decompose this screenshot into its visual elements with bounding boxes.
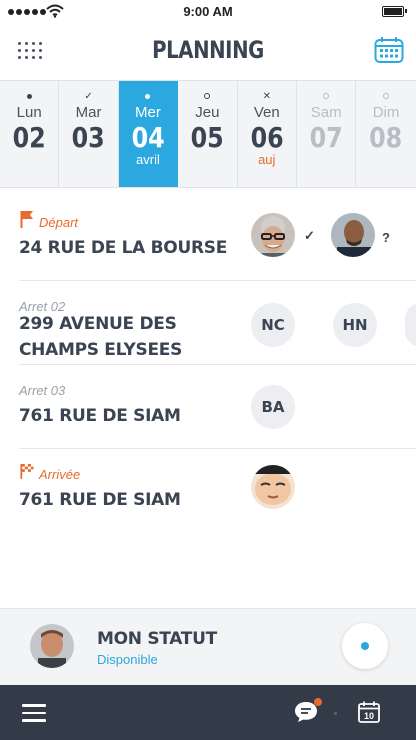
initials-avatar[interactable]: BA — [251, 385, 295, 429]
bottom-nav: 10 — [0, 685, 416, 740]
day-number: 08 — [369, 121, 403, 154]
ring-icon — [297, 89, 355, 105]
day-sam[interactable]: Sam 07 — [297, 81, 357, 187]
day-name: Jeu — [195, 104, 220, 121]
stop-arrival[interactable]: Arrivée 761 RUE DE SIAM — [19, 449, 416, 533]
clock: 9:00 AM — [183, 4, 233, 19]
day-name: Ven — [253, 104, 280, 121]
day-number: 02 — [12, 121, 46, 154]
unknown-status: ? — [382, 230, 390, 245]
calendar-10-icon[interactable]: 10 — [358, 701, 380, 723]
stop-address: 761 RUE DE SIAM — [19, 406, 181, 426]
stop-list: Départ 24 RUE DE LA BOURSE ✓ ? Arret 02 … — [0, 197, 416, 533]
initials-avatar-overflow[interactable] — [405, 303, 416, 347]
status-bar: 9:00 AM — [0, 0, 416, 24]
initials-avatar[interactable]: NC — [251, 303, 295, 347]
day-name: Mer — [135, 104, 161, 121]
status-dot — [119, 89, 177, 105]
day-number: 04 — [131, 121, 165, 154]
status-label: MON STATUT — [97, 629, 217, 649]
stop-departure[interactable]: Départ 24 RUE DE LA BOURSE ✓ ? — [19, 197, 416, 281]
avatar[interactable] — [251, 213, 295, 257]
day-name: Dim — [372, 104, 400, 121]
ring-icon — [356, 89, 415, 105]
day-jeu[interactable]: Jeu 05 — [178, 81, 238, 187]
notification-badge — [314, 698, 322, 706]
stop-label: Arret 03 — [19, 383, 66, 398]
header: PLANNING — [0, 24, 416, 80]
checkered-flag-icon — [20, 464, 34, 479]
stop-label: Arrivée — [39, 467, 81, 482]
separator — [334, 712, 337, 715]
day-number: 06 — [250, 121, 284, 154]
battery-icon — [382, 6, 407, 17]
avatar[interactable] — [251, 465, 295, 509]
month-label: avril — [136, 152, 160, 167]
status-toggle-button[interactable] — [342, 623, 388, 669]
day-number: 05 — [190, 121, 224, 154]
stop-address: 299 AVENUE DES CHAMPS ELYSEES — [19, 314, 183, 360]
day-name: Sam — [310, 104, 342, 121]
flag-icon — [20, 211, 33, 228]
ring-icon — [178, 89, 236, 105]
stop-label: Départ — [39, 215, 79, 230]
day-name: Lun — [16, 104, 42, 121]
avatar[interactable] — [30, 624, 74, 668]
day-ven[interactable]: ✕ Ven 06 auj — [238, 81, 297, 187]
day-mer[interactable]: Mer 04 avril — [118, 81, 179, 187]
calendar-icon[interactable] — [374, 36, 404, 64]
day-mar[interactable]: ✓ Mar 03 — [59, 81, 119, 187]
calendar-day: 10 — [364, 711, 374, 721]
status-value[interactable]: Disponible — [97, 652, 158, 667]
check-icon: ✓ — [304, 228, 315, 243]
day-lun[interactable]: Lun 02 — [0, 81, 60, 187]
cross-icon: ✕ — [262, 91, 271, 102]
stop-03[interactable]: Arret 03 761 RUE DE SIAM BA — [19, 365, 416, 449]
chat-icon[interactable] — [294, 698, 322, 723]
stop-address: 24 RUE DE LA BOURSE — [19, 238, 228, 258]
stop-address: 761 RUE DE SIAM — [19, 490, 181, 510]
day-selector: Lun 02 ✓ Mar 03 Mer 04 avril Jeu 05 ✕ Ve… — [0, 80, 416, 188]
avatar[interactable] — [331, 213, 375, 257]
status-dot — [0, 89, 58, 105]
day-dim[interactable]: Dim 08 — [356, 81, 415, 187]
initials-avatar[interactable]: HN — [333, 303, 377, 347]
stop-02[interactable]: Arret 02 299 AVENUE DES CHAMPS ELYSEES N… — [19, 281, 416, 365]
page-title: PLANNING — [152, 36, 264, 64]
day-number: 03 — [72, 121, 106, 154]
hamburger-icon[interactable] — [22, 704, 46, 722]
day-name: Mar — [75, 104, 102, 121]
my-status-panel: MON STATUT Disponible — [0, 608, 416, 685]
check-icon: ✓ — [84, 91, 93, 102]
day-number: 07 — [309, 121, 343, 154]
today-label: auj — [258, 152, 276, 167]
